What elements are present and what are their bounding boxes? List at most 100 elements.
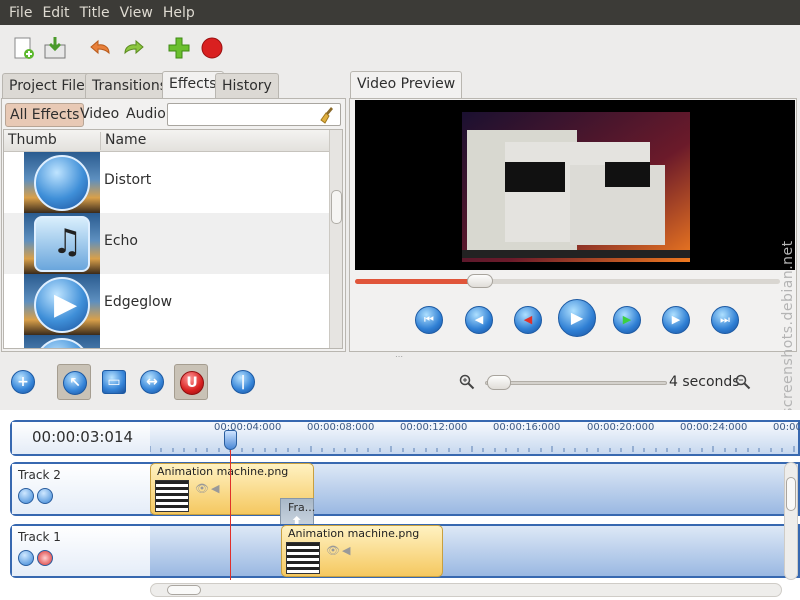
tab-history[interactable]: History	[215, 73, 279, 99]
jump-end-icon: ⏭	[720, 313, 730, 326]
timecode: 00:00:03:014	[12, 422, 150, 454]
add-track-icon: +	[11, 370, 35, 394]
play-button[interactable]: ▶	[558, 299, 596, 337]
clip-audio-icon[interactable]: ◀	[211, 482, 219, 495]
pane-grip[interactable]: ⋯	[395, 352, 405, 361]
clip-audio-icon[interactable]: ◀	[342, 544, 350, 557]
clip-label: Animation machine.png	[157, 465, 289, 478]
menu-title[interactable]: Title	[75, 5, 115, 21]
visibility-icon[interactable]	[18, 488, 34, 504]
effect-thumbnail: ♫	[24, 213, 100, 274]
rewind-button[interactable]: ◀	[514, 306, 542, 334]
menu-edit[interactable]: Edit	[37, 5, 74, 21]
record-icon[interactable]	[199, 35, 225, 61]
list-item[interactable]: ▶ Edgeglow	[4, 274, 329, 335]
previous-marker-icon: ◀	[474, 313, 484, 326]
audio-icon[interactable]	[37, 488, 53, 504]
timeline-hscrollbar[interactable]	[150, 583, 782, 597]
tab-video-preview[interactable]: Video Preview	[350, 71, 463, 99]
menu-help[interactable]: Help	[158, 5, 200, 21]
rewind-icon: ◀	[523, 313, 533, 326]
video-preview-screen	[355, 100, 795, 270]
scrollbar-thumb[interactable]	[331, 190, 342, 224]
fast-forward-button[interactable]: ▶	[613, 306, 641, 334]
effects-search-input[interactable]	[167, 103, 341, 126]
zoom-slider[interactable]	[485, 381, 667, 385]
track-header: Track 2	[12, 464, 150, 514]
zoom-out-icon[interactable]	[735, 374, 751, 390]
snapping-button[interactable]: U	[174, 364, 208, 400]
clear-search-icon[interactable]	[320, 106, 336, 124]
ruler-tick-label: 00:00:16:000	[493, 422, 561, 433]
list-item[interactable]: Distort	[4, 152, 329, 213]
redo-icon[interactable]	[120, 35, 146, 61]
watermark: screenshots.debian.net	[780, 240, 796, 415]
jump-start-button[interactable]: ⏮	[415, 306, 443, 334]
track-name: Track 1	[18, 530, 61, 544]
add-marker-button[interactable]: |	[226, 364, 260, 400]
effect-thumbnail	[24, 152, 100, 213]
ruler-tick-label: 00:00:2	[773, 422, 800, 433]
menu-bar: File Edit Title View Help	[0, 0, 800, 25]
play-icon: ▶	[34, 277, 90, 333]
razor-tool-icon: ▭	[102, 370, 126, 394]
filter-audio-button[interactable]: Audio	[122, 103, 170, 127]
menu-file[interactable]: File	[4, 5, 37, 21]
save-project-icon[interactable]	[42, 35, 68, 61]
timeline-clip[interactable]: Animation machine.png 👁 ◀	[281, 525, 443, 577]
fast-forward-icon: ▶	[622, 313, 632, 326]
razor-tool-button[interactable]: ▭	[97, 364, 131, 400]
clip-visible-icon[interactable]: 👁	[326, 544, 340, 557]
effect-name: Edgeglow	[104, 294, 173, 310]
track-name: Track 2	[18, 468, 61, 482]
select-tool-button[interactable]: ↖	[57, 364, 91, 400]
effects-list-scrollbar[interactable]	[329, 130, 342, 348]
tab-transitions[interactable]: Transitions	[85, 73, 174, 99]
scrollbar-thumb[interactable]	[167, 585, 201, 595]
add-marker-icon: |	[231, 370, 255, 394]
zoom-slider-handle[interactable]	[487, 375, 511, 390]
resize-tool-icon: ↔	[140, 370, 164, 394]
list-item[interactable]: ♫ Echo	[4, 213, 329, 274]
import-files-icon[interactable]	[166, 35, 192, 61]
puzzle-icon	[34, 155, 90, 211]
visibility-icon[interactable]	[18, 550, 34, 566]
zoom-in-icon[interactable]	[459, 374, 475, 390]
column-name[interactable]: Name	[105, 132, 146, 148]
effect-thumbnail: ▶	[24, 274, 100, 335]
track-header: Track 1	[12, 526, 150, 576]
scrollbar-thumb[interactable]	[786, 477, 796, 511]
column-thumb[interactable]: Thumb	[8, 132, 57, 148]
mute-icon[interactable]	[37, 550, 53, 566]
undo-icon[interactable]	[88, 35, 114, 61]
list-item[interactable]	[4, 335, 329, 348]
clip-thumbnail	[155, 480, 189, 512]
ruler-ticks	[150, 446, 795, 452]
play-icon: ▶	[570, 308, 584, 327]
filter-video-button[interactable]: Video	[76, 103, 123, 127]
timeline-vscrollbar[interactable]	[784, 462, 798, 580]
effect-name: Echo	[104, 233, 138, 249]
seek-progress	[355, 279, 480, 284]
next-marker-icon: ▶	[671, 313, 681, 326]
next-marker-button[interactable]: ▶	[662, 306, 690, 334]
previous-marker-button[interactable]: ◀	[465, 306, 493, 334]
ruler-tick-label: 00:00:08:000	[307, 422, 375, 433]
track-2[interactable]: Track 2	[10, 462, 800, 516]
effects-list: Thumb Name Distort ♫ Echo ▶ Edgeglow	[3, 129, 343, 349]
select-tool-icon: ↖	[63, 371, 87, 395]
playhead-handle[interactable]	[224, 430, 237, 450]
jump-end-button[interactable]: ⏭	[711, 306, 739, 334]
resize-tool-button[interactable]: ↔	[135, 364, 169, 400]
effect-name: Distort	[104, 172, 152, 188]
seek-handle[interactable]	[467, 274, 493, 288]
ruler-tick-label: 00:00:12:000	[400, 422, 468, 433]
clip-visible-icon[interactable]: 👁	[195, 482, 209, 495]
ruler-tick-label: 00:00:20:000	[587, 422, 655, 433]
filter-all-effects-button[interactable]: All Effects	[5, 103, 85, 127]
add-track-button[interactable]: +	[6, 364, 40, 400]
clip-thumbnail	[286, 542, 320, 574]
menu-view[interactable]: View	[115, 5, 158, 21]
new-project-icon[interactable]	[10, 35, 36, 61]
ruler-tick-label: 00:00:24:000	[680, 422, 748, 433]
